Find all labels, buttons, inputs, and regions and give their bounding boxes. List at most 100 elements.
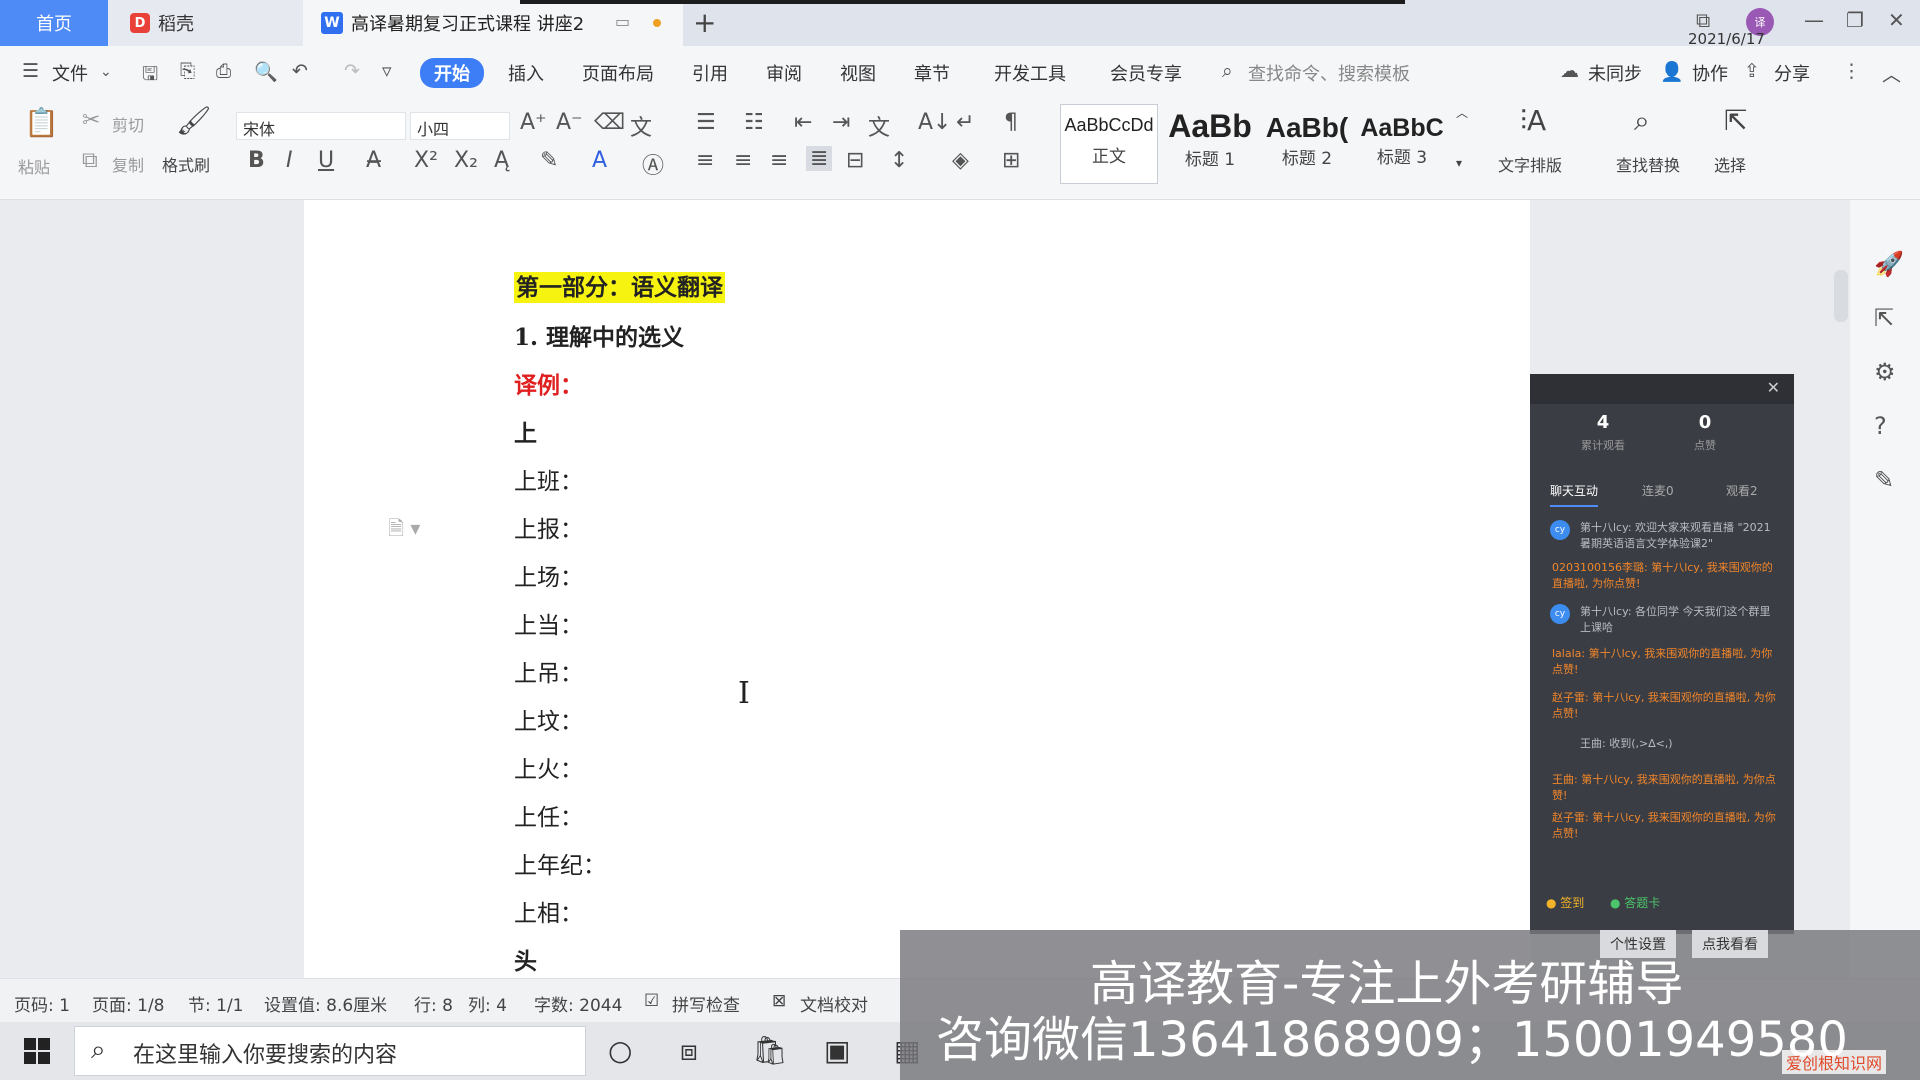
export-icon[interactable]: ⎘ xyxy=(180,60,195,82)
italic-icon[interactable]: I xyxy=(286,148,293,173)
spell-check-icon[interactable]: ☑ xyxy=(644,991,659,1011)
cut-button[interactable]: 剪切 xyxy=(112,112,144,136)
select-cursor-icon[interactable]: ⇱ xyxy=(1724,104,1747,137)
subscript-icon[interactable]: X₂ xyxy=(454,148,478,173)
undo-icon[interactable]: ↶ xyxy=(292,60,308,82)
answer-card-button[interactable]: ● 答题卡 xyxy=(1610,894,1660,911)
menu-member[interactable]: 会员专享 xyxy=(1110,60,1182,86)
status-pages[interactable]: 页面: 1/8 xyxy=(92,991,165,1016)
find-replace-icon[interactable]: ⌕ xyxy=(1634,104,1650,138)
status-page-number[interactable]: 页码: 1 xyxy=(14,991,70,1016)
cortana-icon[interactable]: ○ xyxy=(608,1034,632,1067)
menu-review[interactable]: 审阅 xyxy=(766,60,802,86)
strikethrough-icon[interactable]: A̶ xyxy=(366,148,381,173)
align-left-icon[interactable]: ≡ xyxy=(696,148,714,173)
doc-line[interactable]: 上吊： xyxy=(514,654,583,688)
doc-line[interactable]: 上 xyxy=(514,414,537,448)
superscript-icon[interactable]: X² xyxy=(414,148,438,173)
page-marker-icon[interactable]: 🗎 ▾ xyxy=(388,514,420,548)
highlight-icon[interactable]: ✎ xyxy=(540,148,558,173)
monitor-icon[interactable]: ▭ xyxy=(615,12,630,31)
justify-icon[interactable]: ≣ xyxy=(806,146,833,171)
bold-icon[interactable]: B xyxy=(248,148,265,173)
pen-icon[interactable]: ✎ xyxy=(1874,466,1894,494)
sliders-icon[interactable]: ⚙ xyxy=(1874,358,1896,386)
collapse-ribbon-icon[interactable]: ︿ xyxy=(1882,60,1901,87)
collaborate-button[interactable]: 协作 xyxy=(1692,60,1728,86)
rocket-icon[interactable]: 🚀 xyxy=(1874,250,1904,278)
format-painter-icon[interactable]: 🖌 xyxy=(176,104,212,137)
tab-chat[interactable]: 聊天互动 xyxy=(1550,482,1599,507)
print-icon[interactable]: ⎙ xyxy=(216,60,231,82)
styles-scroll-up-icon[interactable]: ︿ xyxy=(1456,104,1468,121)
tab-daoke[interactable]: D 稻壳 xyxy=(108,0,303,46)
text-effect-icon[interactable]: Ą xyxy=(494,148,509,173)
close-icon[interactable]: ✕ xyxy=(1767,378,1780,397)
shrink-font-icon[interactable]: A⁻ xyxy=(556,110,583,135)
doc-line[interactable]: 上任： xyxy=(514,798,583,832)
doc-line[interactable]: 上坟： xyxy=(514,702,583,736)
numbered-list-icon[interactable]: ☷ xyxy=(744,110,764,135)
menu-insert[interactable]: 插入 xyxy=(508,60,544,86)
copy-icon[interactable]: ⧉ xyxy=(82,148,98,173)
doc-example-label[interactable]: 译例： xyxy=(514,366,583,400)
doc-line[interactable]: 上场： xyxy=(514,558,583,592)
command-search-input[interactable]: 查找命令、搜索模板 xyxy=(1248,60,1410,86)
close-icon[interactable]: ✕ xyxy=(1888,8,1905,32)
status-section[interactable]: 节: 1/1 xyxy=(188,991,244,1016)
text-layout-icon[interactable]: ⫶A xyxy=(1520,104,1546,138)
sort-icon[interactable]: A↓ xyxy=(918,110,951,135)
more-options-icon[interactable]: ⋮ xyxy=(1842,60,1861,82)
tab-mic[interactable]: 连麦0 xyxy=(1642,482,1674,499)
grow-font-icon[interactable]: A⁺ xyxy=(520,110,547,135)
distribute-icon[interactable]: ⊟ xyxy=(846,148,864,173)
font-size-select[interactable]: 小四 xyxy=(410,112,510,140)
status-setting[interactable]: 设置值: 8.6厘米 xyxy=(264,991,387,1016)
doc-heading[interactable]: 第一部分：语义翻译 xyxy=(514,268,725,303)
store-icon[interactable]: 🛍 xyxy=(752,1034,788,1067)
save-icon[interactable]: 🖫 xyxy=(142,60,158,92)
menu-developer[interactable]: 开发工具 xyxy=(994,60,1066,86)
text-layout-button[interactable]: 文字排版 xyxy=(1498,152,1562,176)
style-normal[interactable]: AaBbCcDd 正文 xyxy=(1060,104,1158,184)
proofread-icon[interactable]: ⊠ xyxy=(772,991,786,1011)
tab-document[interactable]: W 高译暑期复习正式课程 讲座2 ▭ xyxy=(303,0,683,46)
style-heading-1[interactable]: AaBb 标题 1 xyxy=(1164,104,1256,184)
underline-icon[interactable]: U xyxy=(318,148,334,173)
status-row[interactable]: 行: 8 xyxy=(414,991,453,1016)
align-right-icon[interactable]: ≡ xyxy=(770,148,788,173)
styles-expand-icon[interactable]: ▾ xyxy=(1456,156,1462,170)
restore-icon[interactable]: ❐ xyxy=(1846,8,1864,32)
format-painter-button[interactable]: 格式刷 xyxy=(162,152,210,176)
unsynced-button[interactable]: 未同步 xyxy=(1588,60,1642,86)
doc-line[interactable]: 上火： xyxy=(514,750,583,784)
spell-check-button[interactable]: 拼写检查 xyxy=(672,991,740,1016)
doc-subheading[interactable]: 1. 理解中的选义 xyxy=(514,318,684,352)
menu-chapter[interactable]: 章节 xyxy=(914,60,950,86)
increase-indent-icon[interactable]: ⇥ xyxy=(832,110,850,135)
proofread-button[interactable]: 文档校对 xyxy=(800,991,868,1016)
share-button[interactable]: 分享 xyxy=(1774,60,1810,86)
redo-icon[interactable]: ↷ xyxy=(344,60,360,82)
taskbar-date[interactable]: 2021/6/17 xyxy=(1688,30,1765,48)
doc-line[interactable]: 上报： xyxy=(514,510,583,544)
paste-icon[interactable]: 📋 xyxy=(24,106,59,139)
doc-line[interactable]: 上相： xyxy=(514,894,583,928)
print-preview-icon[interactable]: 🔍 xyxy=(254,60,278,83)
new-tab-button[interactable]: + xyxy=(693,6,716,39)
show-marks-icon[interactable]: ¶ xyxy=(1004,110,1018,135)
status-word-count[interactable]: 字数: 2044 xyxy=(534,991,622,1016)
watch-me-button[interactable]: 点我看看 xyxy=(1692,930,1768,958)
sticky-notes-icon[interactable]: ▣ xyxy=(824,1034,850,1067)
menu-start[interactable]: 开始 xyxy=(420,58,484,88)
doc-line[interactable]: 上年纪： xyxy=(514,846,606,880)
tab-viewers[interactable]: 观看2 xyxy=(1726,482,1758,499)
customize-quick-access-icon[interactable]: ▿ xyxy=(382,60,392,82)
doc-line[interactable]: 头 xyxy=(514,942,537,976)
line-spacing-icon[interactable]: ↕ xyxy=(890,148,908,173)
windows-start-icon[interactable] xyxy=(24,1038,50,1064)
font-name-select[interactable]: 宋体 xyxy=(236,112,406,140)
doc-line[interactable]: 上当： xyxy=(514,606,583,640)
bullet-list-icon[interactable]: ☰ xyxy=(696,110,716,135)
shading-icon[interactable]: ◈ xyxy=(952,148,969,173)
